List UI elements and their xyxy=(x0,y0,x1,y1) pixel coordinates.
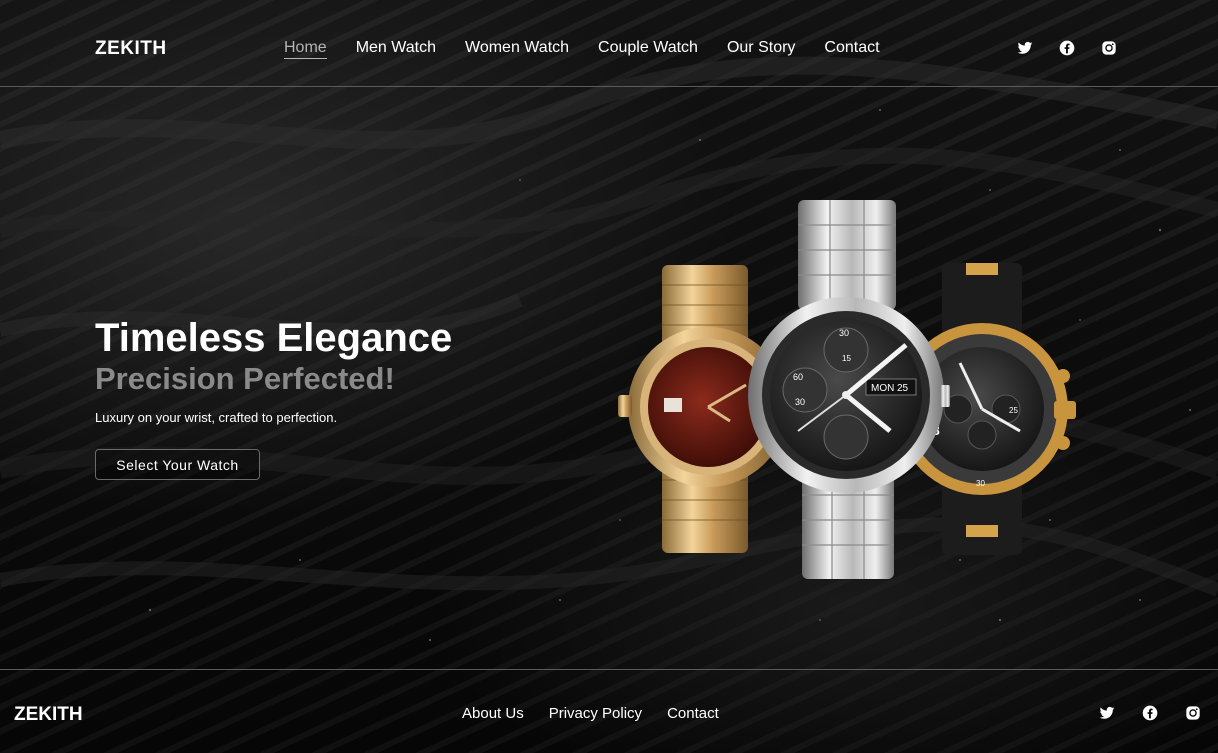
twitter-icon[interactable] xyxy=(1099,705,1115,721)
footer-link-about-us[interactable]: About Us xyxy=(462,705,524,722)
watches-image: 25 30 8 MON 25 30 60 30 xyxy=(610,195,1090,585)
footer-brand-logo[interactable]: ZEKITH xyxy=(14,704,83,726)
hero-section: Timeless Elegance Precision Perfected! L… xyxy=(95,316,452,480)
nav-couple-watch[interactable]: Couple Watch xyxy=(598,39,698,59)
site-header: ZEKITH Home Men Watch Women Watch Couple… xyxy=(0,0,1218,87)
nav-home[interactable]: Home xyxy=(284,39,327,59)
hero-title: Timeless Elegance xyxy=(95,316,453,360)
hero-subtitle: Precision Perfected! xyxy=(95,361,395,396)
right-watch-bezel-number: 30 xyxy=(976,479,985,488)
silver-watch-left-subdial-lower: 30 xyxy=(795,397,805,407)
silver-watch-date: 25 xyxy=(897,383,909,394)
silver-watch: MON 25 30 60 30 15 xyxy=(748,200,950,579)
watch-trio-illustration: 25 30 8 MON 25 30 60 30 xyxy=(618,200,1076,579)
instagram-icon[interactable] xyxy=(1185,705,1201,721)
footer-social-links xyxy=(1099,705,1218,721)
nav-men-watch[interactable]: Men Watch xyxy=(356,39,436,59)
nav-contact[interactable]: Contact xyxy=(824,39,879,59)
silver-watch-left-subdial: 60 xyxy=(793,372,803,382)
silver-watch-day: MON xyxy=(871,383,894,394)
facebook-icon[interactable] xyxy=(1142,705,1158,721)
main-nav: Home Men Watch Women Watch Couple Watch … xyxy=(284,39,909,59)
footer-link-privacy-policy[interactable]: Privacy Policy xyxy=(549,705,642,722)
silver-watch-inner-mark: 15 xyxy=(842,354,851,363)
hero-description: Luxury on your wrist, crafted to perfect… xyxy=(95,410,338,425)
nav-our-story[interactable]: Our Story xyxy=(727,39,795,59)
right-watch-date: 25 xyxy=(1009,406,1018,415)
header-social-links xyxy=(1017,40,1143,56)
select-watch-button[interactable]: Select Your Watch xyxy=(95,449,260,480)
brand-logo[interactable]: ZEKITH xyxy=(95,38,167,60)
footer-link-contact[interactable]: Contact xyxy=(667,705,719,722)
footer-nav: About Us Privacy Policy Contact xyxy=(462,705,744,722)
instagram-icon[interactable] xyxy=(1101,40,1117,56)
silver-watch-top-subdial: 30 xyxy=(839,328,849,338)
nav-women-watch[interactable]: Women Watch xyxy=(465,39,569,59)
site-footer: ZEKITH About Us Privacy Policy Contact xyxy=(0,669,1218,753)
twitter-icon[interactable] xyxy=(1017,40,1033,56)
facebook-icon[interactable] xyxy=(1059,40,1075,56)
